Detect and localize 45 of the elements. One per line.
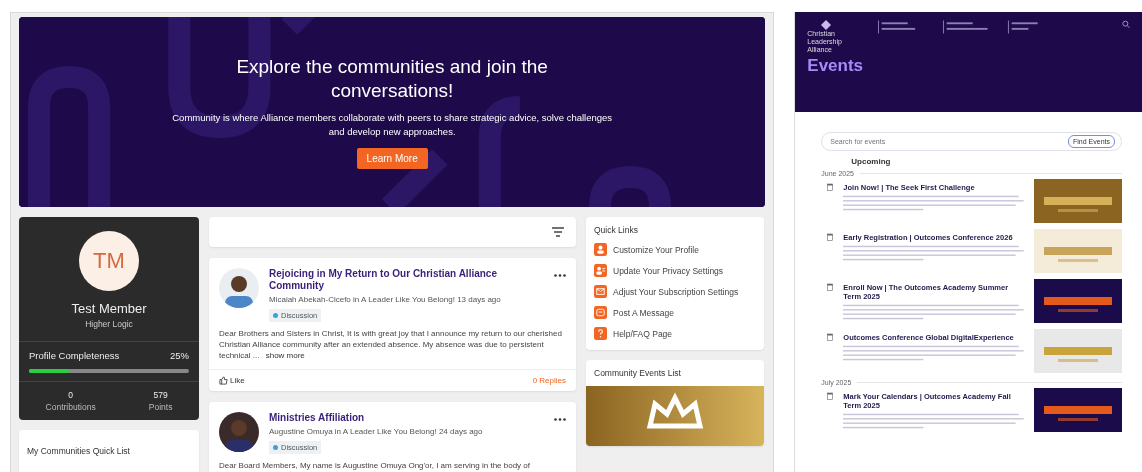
search-icon[interactable] [1121,20,1130,29]
hero-text: Community is where Alliance members collaborate with peers to share strategic advice, solve challenges and develop new approaches. [172,111,613,139]
question-icon [594,327,607,340]
logo-icon [821,20,832,30]
person-icon [594,243,607,256]
quick-link[interactable]: Update Your Privacy Settings [613,265,724,276]
quick-link[interactable]: Adjust Your Subscription Settings [613,286,739,297]
more-icon[interactable] [554,274,566,277]
quick-link[interactable]: Post A Message [613,307,674,318]
stat-label: Points [148,402,173,412]
post-meta: Micaiah Abekah-Cicefo in A Leader Like You Belong! 13 days ago [269,295,502,304]
like-button[interactable]: Like [219,376,245,385]
show-more-link[interactable]: show more [265,351,305,360]
stat-label: Contributions [45,402,96,412]
completeness-value: 25% [170,350,189,361]
calendar-icon [827,233,834,241]
card-title: Quick Links [594,225,639,235]
more-icon[interactable] [554,418,566,421]
post-title[interactable]: Rejoicing in My Return to Our Christian Alliance Community [269,268,544,292]
calendar-icon [827,283,834,291]
page-title: Events [807,56,865,76]
quick-link[interactable]: Customize Your Profile [613,244,699,255]
thumbs-up-icon [219,376,228,385]
calendar-icon [827,333,834,341]
post-meta: Augustine Omuya in A Leader Like You Belong! 24 days ago [269,427,484,436]
avatar-initials: TM [79,231,139,291]
quick-link[interactable]: Help/FAQ Page [613,328,673,339]
completeness-label: Profile Completeness [29,350,120,361]
stat-value: 579 [153,390,168,400]
person-card-icon [594,264,607,277]
stat-value: 0 [68,390,73,400]
post-body: Dear Brothers and Sisters in Christ, It is with great joy that I announce my return to our cherished Christian Alliance community after an extended absence. My absence was due to persistent technical ... show more [219,328,563,361]
card-title: My Communities Quick List [27,446,130,456]
envelope-icon [594,285,607,298]
post-body: Dear Board Members, My name is Augustine Omuya Ong'or, I am serving in the body of [219,460,531,471]
upcoming-heading: Upcoming [851,157,892,166]
member-organization: Higher Logic [85,319,133,329]
card-title: Community Events List [593,367,682,380]
filter-icon[interactable] [552,227,564,237]
calendar-icon [827,183,834,191]
post-title[interactable]: Ministries Affiliation [269,412,544,424]
member-name: Test Member [71,301,147,316]
calendar-icon [827,392,834,400]
message-icon [594,306,607,319]
hero-title: Explore the communities and join the conversations! [235,55,549,103]
